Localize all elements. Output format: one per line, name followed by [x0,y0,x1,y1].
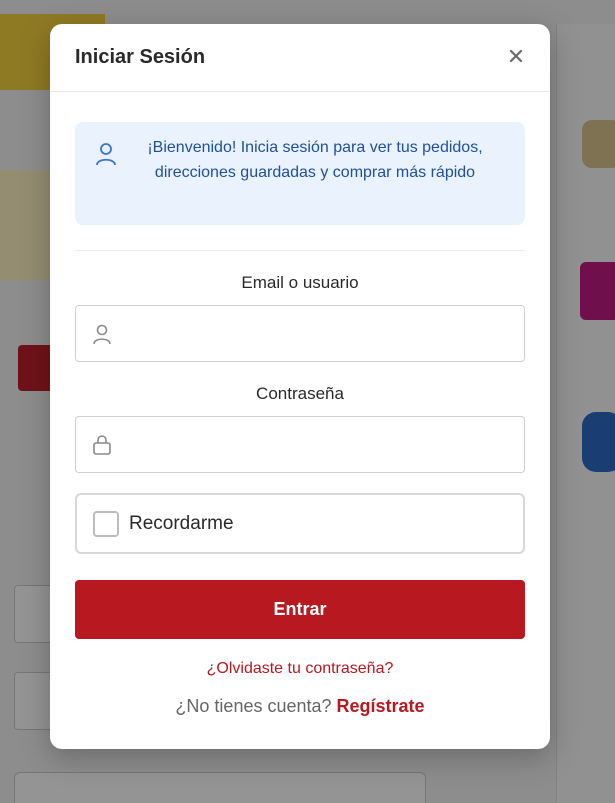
divider [75,250,525,251]
signup-row: ¿No tienes cuenta? Regístrate [50,696,550,717]
forgot-password-link[interactable]: ¿Olvidaste tu contraseña? [50,660,550,678]
user-icon [96,143,116,166]
remember-me-checkbox[interactable] [93,511,119,537]
login-modal: Iniciar Sesión ¡Bienvenido! Inicia sesió… [50,24,550,749]
password-field-wrapper[interactable] [75,416,525,473]
welcome-info-box: ¡Bienvenido! Inicia sesión para ver tus … [75,122,525,225]
email-label: Email o usuario [241,273,359,292]
signup-prompt: ¿No tienes cuenta? [175,696,332,716]
close-button[interactable] [504,44,528,68]
modal-header: Iniciar Sesión [50,24,550,92]
signup-link[interactable]: Regístrate [337,696,425,716]
modal-title: Iniciar Sesión [75,46,206,68]
password-label: Contraseña [256,384,344,403]
remember-me-option[interactable]: Recordarme [75,493,525,554]
email-field[interactable] [124,306,519,361]
user-icon [93,324,111,345]
lock-icon [93,435,111,455]
welcome-message: ¡Bienvenido! Inicia sesión para ver tus … [147,139,483,181]
login-button[interactable]: Entrar [75,580,525,639]
password-field[interactable] [124,417,519,472]
remember-me-label[interactable]: Recordarme [129,513,234,535]
close-icon [509,49,523,63]
email-field-wrapper[interactable] [75,305,525,362]
